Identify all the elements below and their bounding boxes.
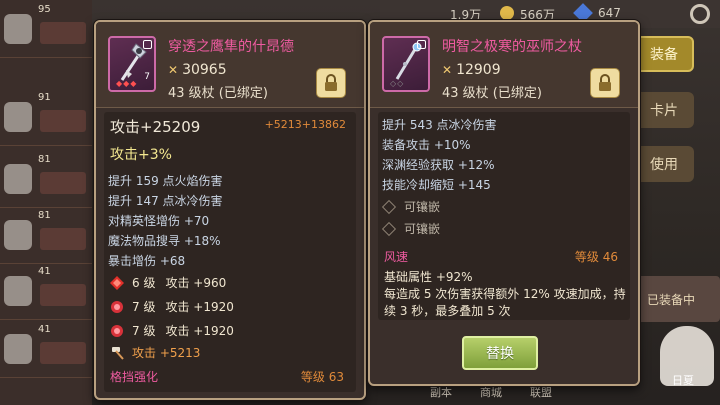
lock-button[interactable] [316,68,346,98]
stat-line: 魔法物品搜寻 +18% [108,234,221,248]
avatar [4,14,32,44]
list-item-level: 81 [38,210,51,221]
lock-icon [417,40,426,49]
list-item-level: 81 [38,154,51,165]
gem-row: 7 级攻击 +1920 [110,322,234,339]
socket-icon [381,199,397,214]
red-gem-icon [111,324,123,337]
empty-socket: 可镶嵌 [381,198,440,215]
avatar [4,102,32,132]
lock-icon [143,40,152,49]
list-item-level: 41 [38,324,51,335]
nav-item[interactable]: 商城 [480,384,502,400]
skill-level: 等级 46 [574,250,618,264]
item-name: 明智之极寒的巫师之杖 [442,39,582,55]
padlock-icon [325,74,337,91]
list-item-level: 95 [38,4,51,15]
new-item-panel: ◇◇ 明智之极寒的巫师之杖 ✕ 12909 43 级杖 (已绑定) 提升 543 … [368,20,640,386]
staff-icon: ◇◇ [382,36,430,92]
avatar [4,334,32,364]
stat-line: 提升 159 点火焰伤害 [108,174,223,188]
red-gem-icon [110,275,124,290]
hammer-icon [112,346,124,360]
list-item-level: 91 [38,92,51,103]
avatar [4,276,32,306]
avatar [4,220,32,250]
stat-line: 深渊经验获取 +12% [382,158,495,172]
avatar [4,164,32,194]
nav-item[interactable]: 联盟 [530,384,552,400]
list-item-level: 41 [38,266,51,277]
coin-icon [500,6,514,20]
sword-icon: ✕ [168,63,179,77]
use-tab-button[interactable]: 使用 [634,146,694,182]
stat-line: 对精英怪增伤 +70 [108,214,210,228]
gem-slots-icon: ◆◆◆ [116,79,138,88]
sword-icon: ✕ [442,63,453,77]
equip-tab-button[interactable]: 装备 [634,36,694,72]
stat-line: 暴击增伤 +68 [108,254,186,268]
gear-icon[interactable] [690,4,710,24]
nav-item[interactable]: 副本 [430,384,452,400]
list-item[interactable]: 81 [0,206,92,264]
list-item[interactable]: 81 [0,150,92,208]
skill-base-stat: 基础属性 +92% [384,270,473,284]
item-header: ◇◇ 明智之极寒的巫师之杖 ✕ 12909 43 级杖 (已绑定) [370,22,638,108]
stat-line: 技能冷却缩短 +145 [382,178,491,192]
socket-icon [381,221,397,236]
list-item[interactable]: 91 [0,88,92,146]
stat-line: 提升 543 点冰冷伤害 [382,118,497,132]
equipped-item-panel: ◆◆◆ 7 穿透之鹰隼的什昂德 ✕ 30965 43 级杖 (已绑定) 攻击+25… [94,20,366,400]
list-item[interactable]: 41 [0,320,92,378]
gem-slots-icon: ◇◇ [390,79,405,88]
stat-line: 装备攻击 +10% [382,138,471,152]
skill-name: 风速 [384,250,409,264]
character-list: 95 91 81 81 41 41 [0,0,92,405]
item-name: 穿透之鹰隼的什昂德 [168,39,294,55]
card-tab-button[interactable]: 卡片 [634,92,694,128]
staff-icon: ◆◆◆ 7 [108,36,156,92]
skill-description: 每造成 5 次伤害获得额外 12% 攻速加成，持续 3 秒，最多叠加 5 次 [384,287,626,318]
refine-level: 等级 63 [300,370,344,384]
item-header: ◆◆◆ 7 穿透之鹰隼的什昂德 ✕ 30965 43 级杖 (已绑定) [96,22,364,108]
list-item[interactable]: 95 [0,0,92,58]
refine-label: 格挡强化 [110,370,159,384]
item-level: 43 级杖 (已绑定) [168,86,268,101]
replace-button[interactable]: 替换 [462,336,538,370]
empty-socket: 可镶嵌 [381,220,440,237]
resource-value: 647 [598,6,621,20]
stat-line: 提升 147 点冰冷伤害 [108,194,223,208]
attack-percent: 攻击+3% [110,147,172,163]
lock-button[interactable] [590,68,620,98]
padlock-icon [599,74,611,91]
attack-value: 攻击+25209 [110,118,201,136]
avatar-name: 日夏 [672,374,694,387]
item-power: ✕ 12909 [442,62,501,78]
gem-row: 7 级攻击 +1920 [110,298,234,315]
gem-row: 6 级攻击 +960 [110,274,226,291]
attack-diff: +5213+13862 [264,118,346,131]
hammer-row: 攻击 +5213 [110,344,200,361]
item-level: 43 级杖 (已绑定) [442,86,542,101]
item-power: ✕ 30965 [168,62,227,78]
list-item[interactable]: 41 [0,262,92,320]
red-gem-icon [111,300,123,313]
